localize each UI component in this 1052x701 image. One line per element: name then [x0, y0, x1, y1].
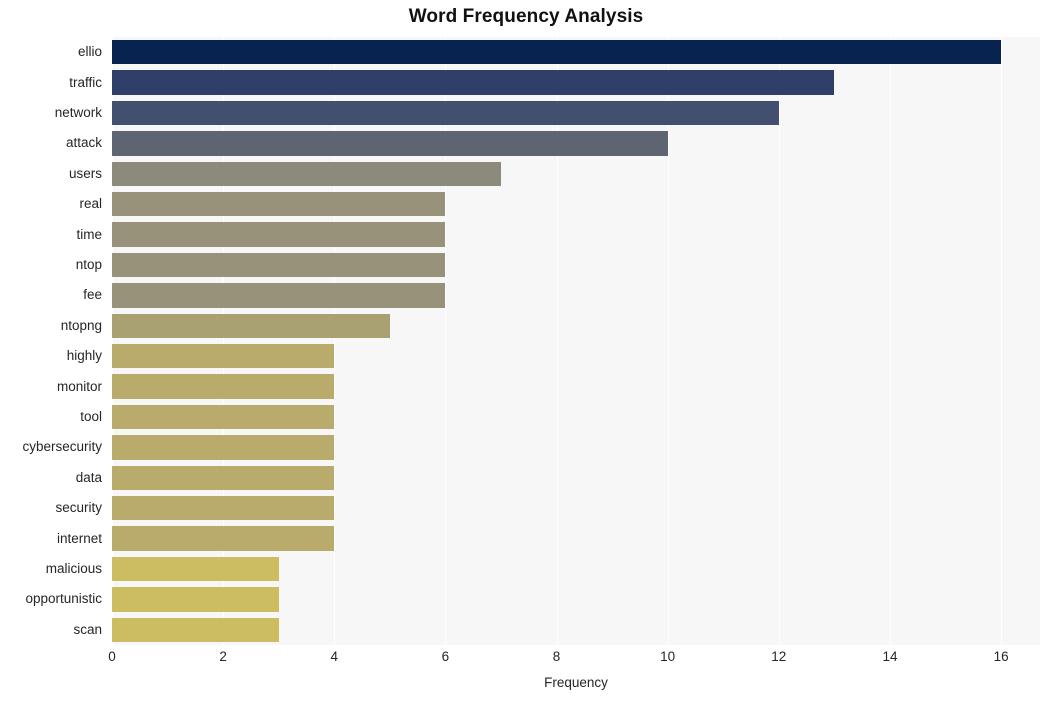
bar-row	[112, 465, 1040, 490]
y-axis-label-attack: attack	[65, 135, 102, 151]
bar	[112, 192, 446, 217]
plot-area	[112, 37, 1040, 645]
bar	[112, 556, 279, 582]
bar	[112, 313, 390, 338]
x-axis-label-16: 16	[993, 649, 1009, 664]
bar-row	[112, 526, 1040, 551]
bar	[112, 131, 668, 156]
x-axis-label-4: 4	[330, 649, 339, 664]
y-axis-label-opportunistic: opportunistic	[25, 591, 102, 607]
y-axis-label-traffic: traffic	[69, 74, 102, 90]
bar	[112, 40, 1002, 65]
x-axis-tick-labels: 0 2 4 6 8 10 12 14 16	[0, 650, 1052, 672]
bar	[112, 526, 335, 551]
bar	[112, 404, 335, 430]
y-axis-label-ellio: ellio	[77, 44, 102, 60]
y-axis-label-malicious: malicious	[45, 561, 102, 576]
bar-row	[112, 374, 1040, 399]
bar-row	[112, 70, 1040, 95]
y-axis-label-data: data	[75, 469, 102, 485]
bar	[112, 374, 335, 399]
bar	[112, 617, 279, 642]
y-axis-label-real: real	[79, 196, 102, 212]
x-axis-label-0: 0	[108, 649, 116, 664]
bar	[112, 587, 279, 612]
bar	[112, 252, 446, 278]
bar	[112, 283, 446, 308]
bar-row	[112, 617, 1040, 642]
y-axis-label-scan: scan	[73, 621, 102, 637]
bar	[112, 435, 335, 460]
y-axis-label-time: time	[76, 226, 102, 242]
bar-row	[112, 496, 1040, 521]
y-axis-label-ntopng: ntopng	[60, 317, 102, 333]
x-axis-label-12: 12	[771, 649, 787, 664]
x-axis-label-10: 10	[660, 649, 676, 664]
y-axis-label-ntop: ntop	[75, 257, 102, 272]
x-axis-label-2: 2	[219, 649, 227, 664]
y-axis-label-tool: tool	[80, 409, 102, 424]
bar	[112, 344, 335, 369]
x-axis-label-6: 6	[441, 649, 450, 664]
y-axis-label-highly: highly	[66, 348, 102, 364]
bar-row	[112, 435, 1040, 460]
bar	[112, 465, 335, 490]
bar-row	[112, 40, 1040, 65]
bar-row	[112, 556, 1040, 582]
y-axis-tick-labels: ellio traffic network attack users real time nt…	[0, 37, 106, 645]
bar-row	[112, 131, 1040, 156]
bar-row	[112, 313, 1040, 338]
chart-title: Word Frequency Analysis	[408, 6, 644, 27]
y-axis-label-internet: internet	[56, 530, 102, 546]
y-axis-label-monitor: monitor	[56, 378, 102, 394]
bar-series	[112, 37, 1040, 645]
bar-row	[112, 587, 1040, 612]
bar	[112, 161, 501, 186]
x-axis-label-8: 8	[552, 649, 561, 664]
bar	[112, 70, 835, 95]
y-axis-label-fee: fee	[83, 287, 102, 303]
x-axis-title: Frequency	[544, 675, 608, 690]
bar-row	[112, 252, 1040, 278]
bar-row	[112, 222, 1040, 247]
bar	[112, 222, 446, 247]
bar-row	[112, 283, 1040, 308]
y-axis-label-users: users	[68, 165, 102, 181]
bar	[112, 496, 335, 521]
bar-row	[112, 404, 1040, 430]
y-axis-label-network: network	[54, 105, 102, 120]
bar-row	[112, 344, 1040, 369]
bar-row	[112, 192, 1040, 217]
bar-row	[112, 161, 1040, 186]
x-axis-label-14: 14	[882, 649, 898, 664]
word-frequency-chart: Word Frequency Analysis ellio traffic netw…	[0, 0, 1052, 701]
y-axis-label-security: security	[55, 500, 102, 516]
bar	[112, 100, 779, 126]
bar-row	[112, 100, 1040, 126]
y-axis-label-cybersecurity: cybersecurity	[22, 439, 102, 455]
